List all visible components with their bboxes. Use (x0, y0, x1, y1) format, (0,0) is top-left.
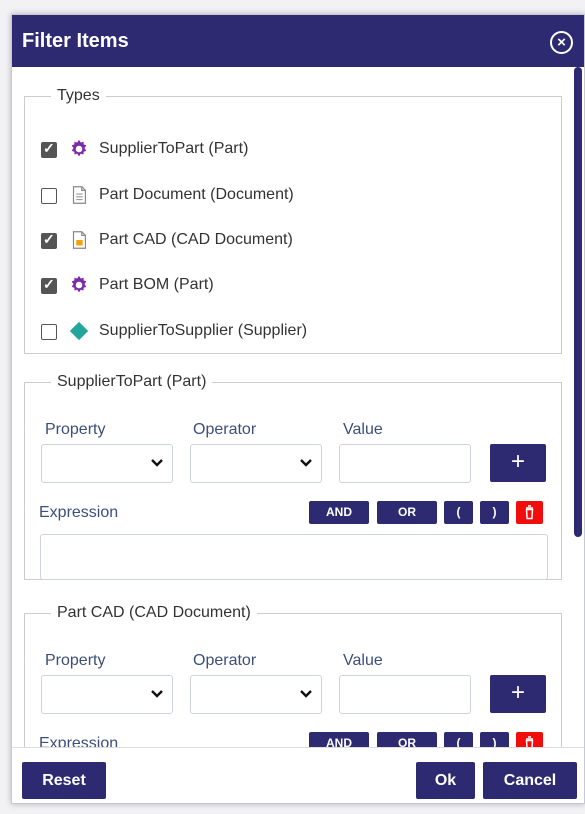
value-input[interactable] (339, 444, 471, 483)
type-label: Part CAD (CAD Document) (99, 231, 293, 248)
expression-box[interactable] (40, 534, 548, 580)
or-button[interactable]: OR (377, 732, 437, 747)
cancel-button[interactable]: Cancel (483, 762, 577, 799)
filter-group-partcad: Part CAD (CAD Document) Property Operato… (24, 604, 562, 747)
chevron-down-icon (300, 459, 312, 467)
add-condition-button[interactable]: + (490, 444, 546, 482)
property-select[interactable] (41, 444, 173, 483)
delete-button[interactable] (516, 732, 543, 747)
open-paren-button[interactable]: ( (444, 732, 473, 747)
expression-label: Expression (39, 504, 119, 521)
checkbox[interactable] (41, 140, 57, 158)
types-group: Types SupplierToPart (Part) Part Documen… (24, 87, 562, 354)
expression-label: Expression (39, 735, 119, 747)
filter-legend: Part CAD (CAD Document) (57, 604, 251, 621)
checkbox[interactable] (41, 276, 57, 294)
property-label: Property (45, 421, 106, 438)
trash-icon (525, 736, 534, 747)
checkbox[interactable] (41, 231, 57, 249)
types-legend: Types (57, 87, 100, 104)
scrollbar[interactable] (574, 67, 582, 537)
dialog-footer: Reset Ok Cancel (12, 747, 584, 803)
gear-icon (71, 139, 87, 157)
type-label: Part BOM (Part) (99, 276, 214, 293)
close-paren-button[interactable]: ) (480, 501, 509, 524)
close-paren-button[interactable]: ) (480, 732, 509, 747)
and-button[interactable]: AND (309, 732, 369, 747)
operator-label: Operator (193, 652, 257, 669)
property-label: Property (45, 652, 106, 669)
reset-button[interactable]: Reset (22, 762, 106, 799)
operator-label: Operator (193, 421, 257, 438)
ok-button[interactable]: Ok (416, 762, 475, 799)
chevron-down-icon (151, 690, 163, 698)
property-select[interactable] (41, 675, 173, 714)
document-icon (72, 186, 87, 204)
open-paren-button[interactable]: ( (444, 501, 473, 524)
delete-button[interactable] (516, 501, 543, 524)
operator-select[interactable] (190, 675, 322, 714)
close-icon[interactable]: × (550, 31, 573, 54)
value-input[interactable] (339, 675, 471, 714)
dialog-title: Filter Items (22, 30, 129, 52)
value-label: Value (343, 652, 383, 669)
add-condition-button[interactable]: + (490, 675, 546, 713)
filter-legend: SupplierToPart (Part) (57, 373, 207, 390)
type-label: Part Document (Document) (99, 186, 294, 203)
type-label: SupplierToPart (Part) (99, 140, 249, 157)
dialog-titlebar: Filter Items × (12, 15, 584, 67)
filter-group-suppliertopart: SupplierToPart (Part) Property Operator … (24, 373, 562, 580)
diamond-icon (69, 321, 89, 341)
and-button[interactable]: AND (309, 501, 369, 524)
chevron-down-icon (300, 690, 312, 698)
checkbox[interactable] (41, 324, 57, 340)
value-label: Value (343, 421, 383, 438)
chevron-down-icon (151, 459, 163, 467)
cad-document-icon (72, 231, 87, 249)
filter-items-dialog: Filter Items × Types SupplierToPart (Par… (11, 14, 585, 804)
operator-select[interactable] (190, 444, 322, 483)
trash-icon (525, 505, 534, 520)
or-button[interactable]: OR (377, 501, 437, 524)
type-label: SupplierToSupplier (Supplier) (99, 322, 308, 339)
dialog-content: Types SupplierToPart (Part) Part Documen… (12, 67, 584, 747)
gear-icon (71, 275, 87, 293)
checkbox[interactable] (41, 188, 57, 204)
